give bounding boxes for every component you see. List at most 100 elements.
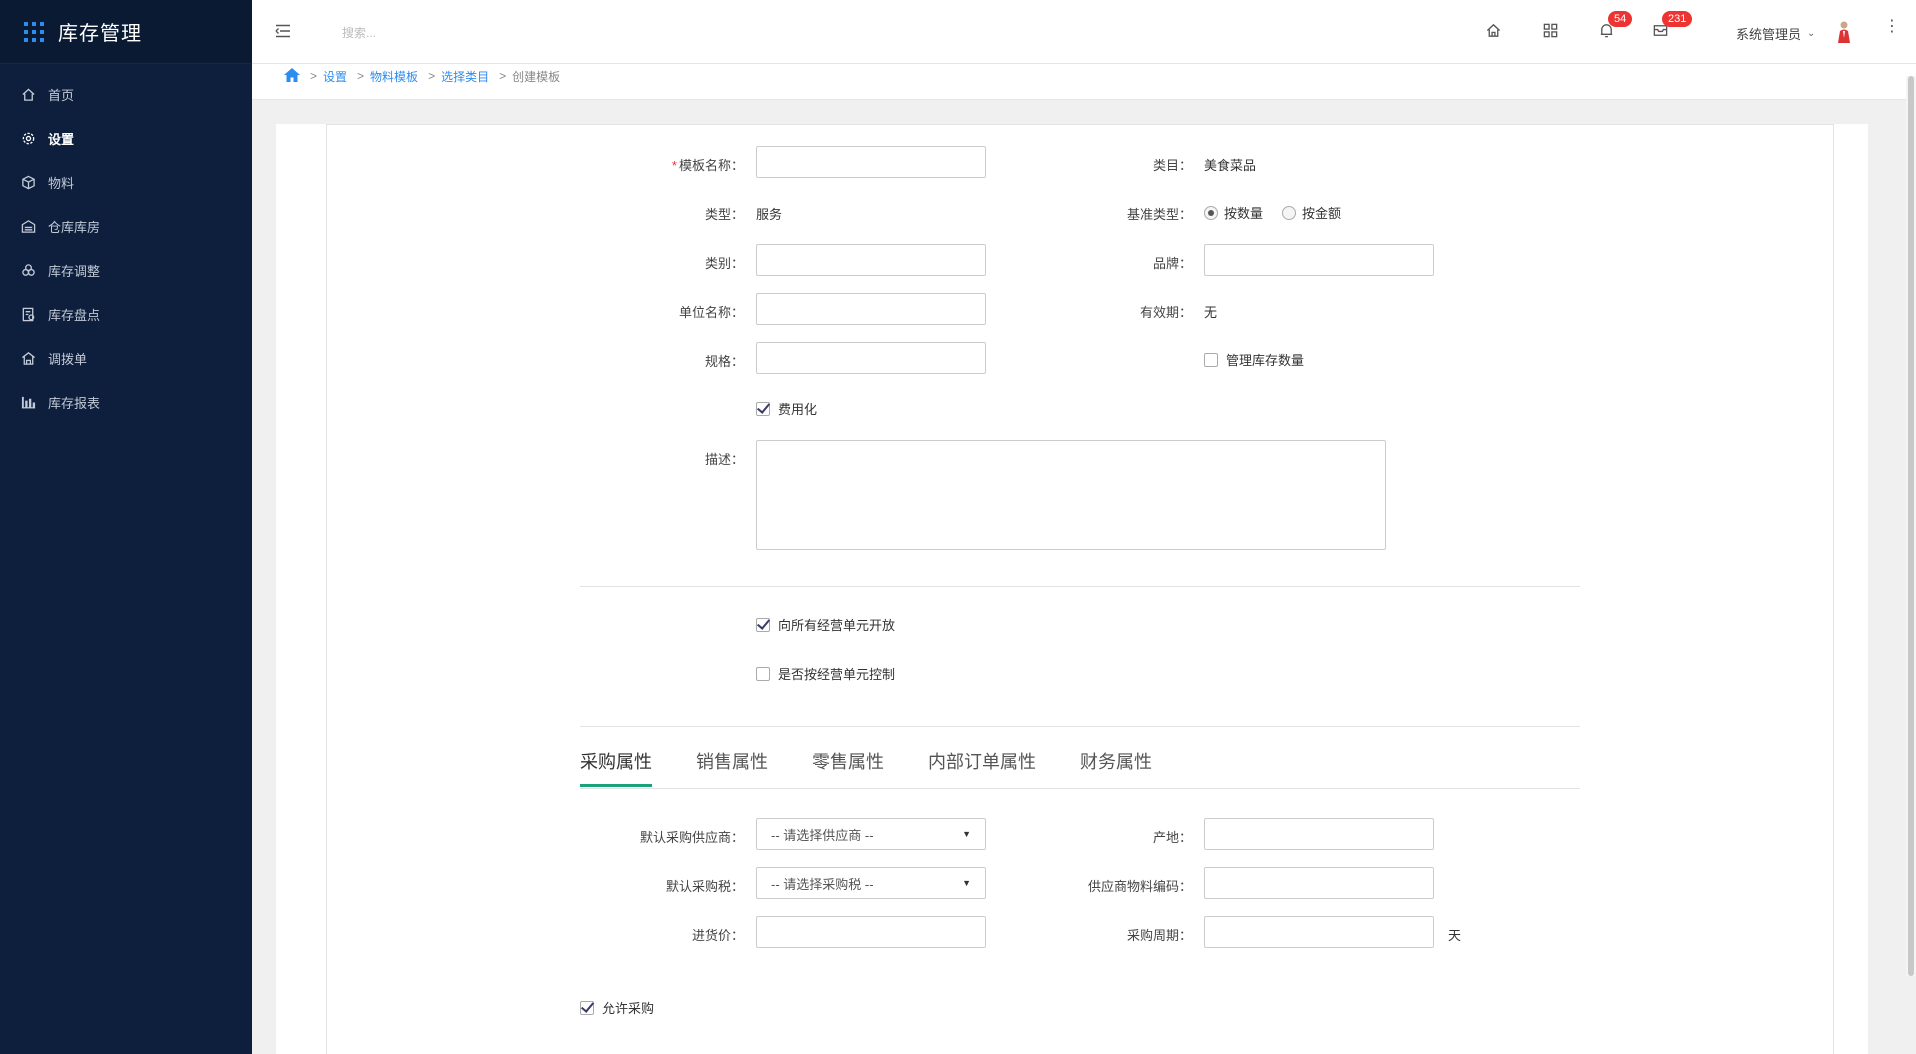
bar-chart-icon (20, 394, 36, 410)
brand-label: 品牌： (1152, 256, 1192, 271)
breadcrumb-separator: > (310, 69, 318, 83)
origin-input[interactable] (1204, 818, 1434, 850)
home-icon[interactable] (1485, 22, 1503, 40)
manage-stock-qty-checkbox[interactable]: 管理库存数量 (1204, 350, 1304, 369)
more-vertical-icon[interactable]: ⋮ (1884, 19, 1900, 35)
sidebar-item-label: 库存盘点 (48, 307, 101, 323)
default-tax-select[interactable]: -- 请选择采购税 -- ▼ (756, 867, 986, 899)
bell-icon[interactable]: 54 (1598, 11, 1633, 40)
supplier-code-label: 供应商物料编码： (1087, 879, 1192, 894)
sidebar-item-label: 库存报表 (48, 395, 101, 411)
sidebar-item-label: 仓库库房 (48, 219, 101, 235)
base-type-quantity-radio[interactable]: 按数量 (1204, 203, 1263, 222)
sidebar-item-home[interactable]: 首页 (0, 72, 252, 116)
description-textarea[interactable] (756, 440, 1386, 550)
class-input[interactable] (756, 244, 986, 276)
sidebar-item-warehouse[interactable]: 仓库库房 (0, 204, 252, 248)
radio-label: 按数量 (1224, 206, 1264, 221)
checkbox-checked[interactable] (756, 617, 770, 632)
notification-badge: 54 (1608, 11, 1633, 27)
allow-purchase-checkbox[interactable]: 允许采购 (580, 998, 654, 1017)
checkbox-unchecked[interactable] (1204, 352, 1218, 367)
category-label: 类目： (1152, 158, 1192, 173)
message-icon[interactable]: 231 (1652, 11, 1693, 40)
purchase-price-label: 进货价： (691, 928, 744, 943)
radio-label: 按金额 (1302, 206, 1342, 221)
purchase-cycle-input[interactable] (1204, 916, 1434, 948)
validity-label: 有效期： (1139, 305, 1192, 320)
sidebar-item-label: 设置 (48, 131, 75, 147)
validity-value: 无 (1204, 305, 1218, 320)
transfer-icon (20, 350, 36, 366)
checkbox-label: 向所有经营单元开放 (778, 618, 896, 633)
checkbox-unchecked[interactable] (756, 666, 770, 681)
default-supplier-select[interactable]: -- 请选择供应商 -- ▼ (756, 818, 986, 850)
adjust-icon (20, 262, 36, 278)
tab-finance[interactable]: 财务属性 (1080, 748, 1152, 787)
checkbox-checked[interactable] (756, 401, 770, 416)
tabs-underline (580, 788, 1580, 789)
template-name-label: * 模板名称： (640, 155, 744, 174)
breadcrumb-current: 创建模板 (512, 69, 561, 84)
origin-label: 产地： (1152, 830, 1192, 845)
gear-icon (20, 130, 36, 146)
sidebar-item-reports[interactable]: 库存报表 (0, 380, 252, 424)
brand-input[interactable] (1204, 244, 1434, 276)
supplier-code-input[interactable] (1204, 867, 1434, 899)
purchase-cycle-label: 采购周期： (1126, 928, 1192, 943)
sidebar-item-transfer[interactable]: 调拨单 (0, 336, 252, 380)
top-header: 54 231 系统管理员 ⌄ ⋮ (252, 0, 1916, 64)
breadcrumb-settings[interactable]: 设置 (323, 68, 347, 85)
sidebar-item-settings[interactable]: 设置 (0, 116, 252, 160)
sidebar-item-stock-count[interactable]: 库存盘点 (0, 292, 252, 336)
menu-toggle-icon[interactable] (274, 22, 292, 40)
radio-unselected[interactable] (1282, 205, 1296, 220)
sidebar-nav: 首页 设置 物料 仓库库房 库存调整 库存盘点 调拨单 库存报表 (0, 64, 252, 424)
search-input[interactable] (342, 20, 642, 46)
scrollbar-thumb[interactable] (1908, 76, 1914, 976)
default-supplier-label: 默认采购供应商： (639, 830, 744, 845)
template-name-input[interactable] (756, 146, 986, 178)
checkbox-label: 是否按经营单元控制 (778, 667, 896, 682)
scrollbar[interactable] (1906, 76, 1916, 976)
sidebar-item-stock-adjust[interactable]: 库存调整 (0, 248, 252, 292)
form-card (326, 124, 1834, 1054)
spec-input[interactable] (756, 342, 986, 374)
select-value: -- 请选择供应商 -- (771, 827, 874, 843)
sidebar-item-materials[interactable]: 物料 (0, 160, 252, 204)
checkbox-checked[interactable] (580, 1000, 594, 1015)
radio-selected[interactable] (1204, 205, 1218, 220)
expensed-checkbox[interactable]: 费用化 (756, 399, 817, 418)
description-label: 描述： (704, 452, 744, 467)
breadcrumb-separator: > (357, 69, 365, 83)
caret-down-icon: ▼ (962, 829, 971, 839)
checkbox-label: 管理库存数量 (1226, 353, 1305, 368)
control-by-unit-checkbox[interactable]: 是否按经营单元控制 (756, 664, 895, 683)
breadcrumb-separator: > (428, 69, 436, 83)
base-type-amount-radio[interactable]: 按金额 (1282, 203, 1341, 222)
tab-sales[interactable]: 销售属性 (696, 748, 768, 787)
tab-retail[interactable]: 零售属性 (812, 748, 884, 787)
avatar[interactable] (1836, 20, 1852, 44)
checkbox-label: 允许采购 (602, 1001, 655, 1016)
message-badge: 231 (1662, 11, 1693, 27)
tab-internal-order[interactable]: 内部订单属性 (928, 748, 1036, 787)
apps-icon[interactable] (1542, 22, 1560, 40)
select-value: -- 请选择采购税 -- (771, 876, 874, 892)
open-to-all-units-checkbox[interactable]: 向所有经营单元开放 (756, 615, 895, 634)
unit-name-label: 单位名称： (678, 305, 744, 320)
home-icon[interactable] (284, 67, 300, 85)
base-type-label: 基准类型： (1126, 207, 1192, 222)
breadcrumb-material-template[interactable]: 物料模板 (370, 68, 418, 85)
apps-grid-icon[interactable] (24, 21, 44, 42)
user-menu[interactable]: 系统管理员 ⌄ (1736, 24, 1815, 43)
sidebar: 库存管理 首页 设置 物料 仓库库房 库存调整 库存盘点 调拨单 库存报表 (0, 0, 252, 1054)
purchase-cycle-unit: 天 (1448, 928, 1462, 943)
purchase-price-input[interactable] (756, 916, 986, 948)
divider (580, 726, 1580, 727)
tab-purchase[interactable]: 采购属性 (580, 748, 652, 787)
breadcrumb-select-category[interactable]: 选择类目 (441, 68, 489, 85)
unit-name-input[interactable] (756, 293, 986, 325)
type-value: 服务 (756, 207, 783, 222)
checkbox-label: 费用化 (778, 402, 818, 417)
